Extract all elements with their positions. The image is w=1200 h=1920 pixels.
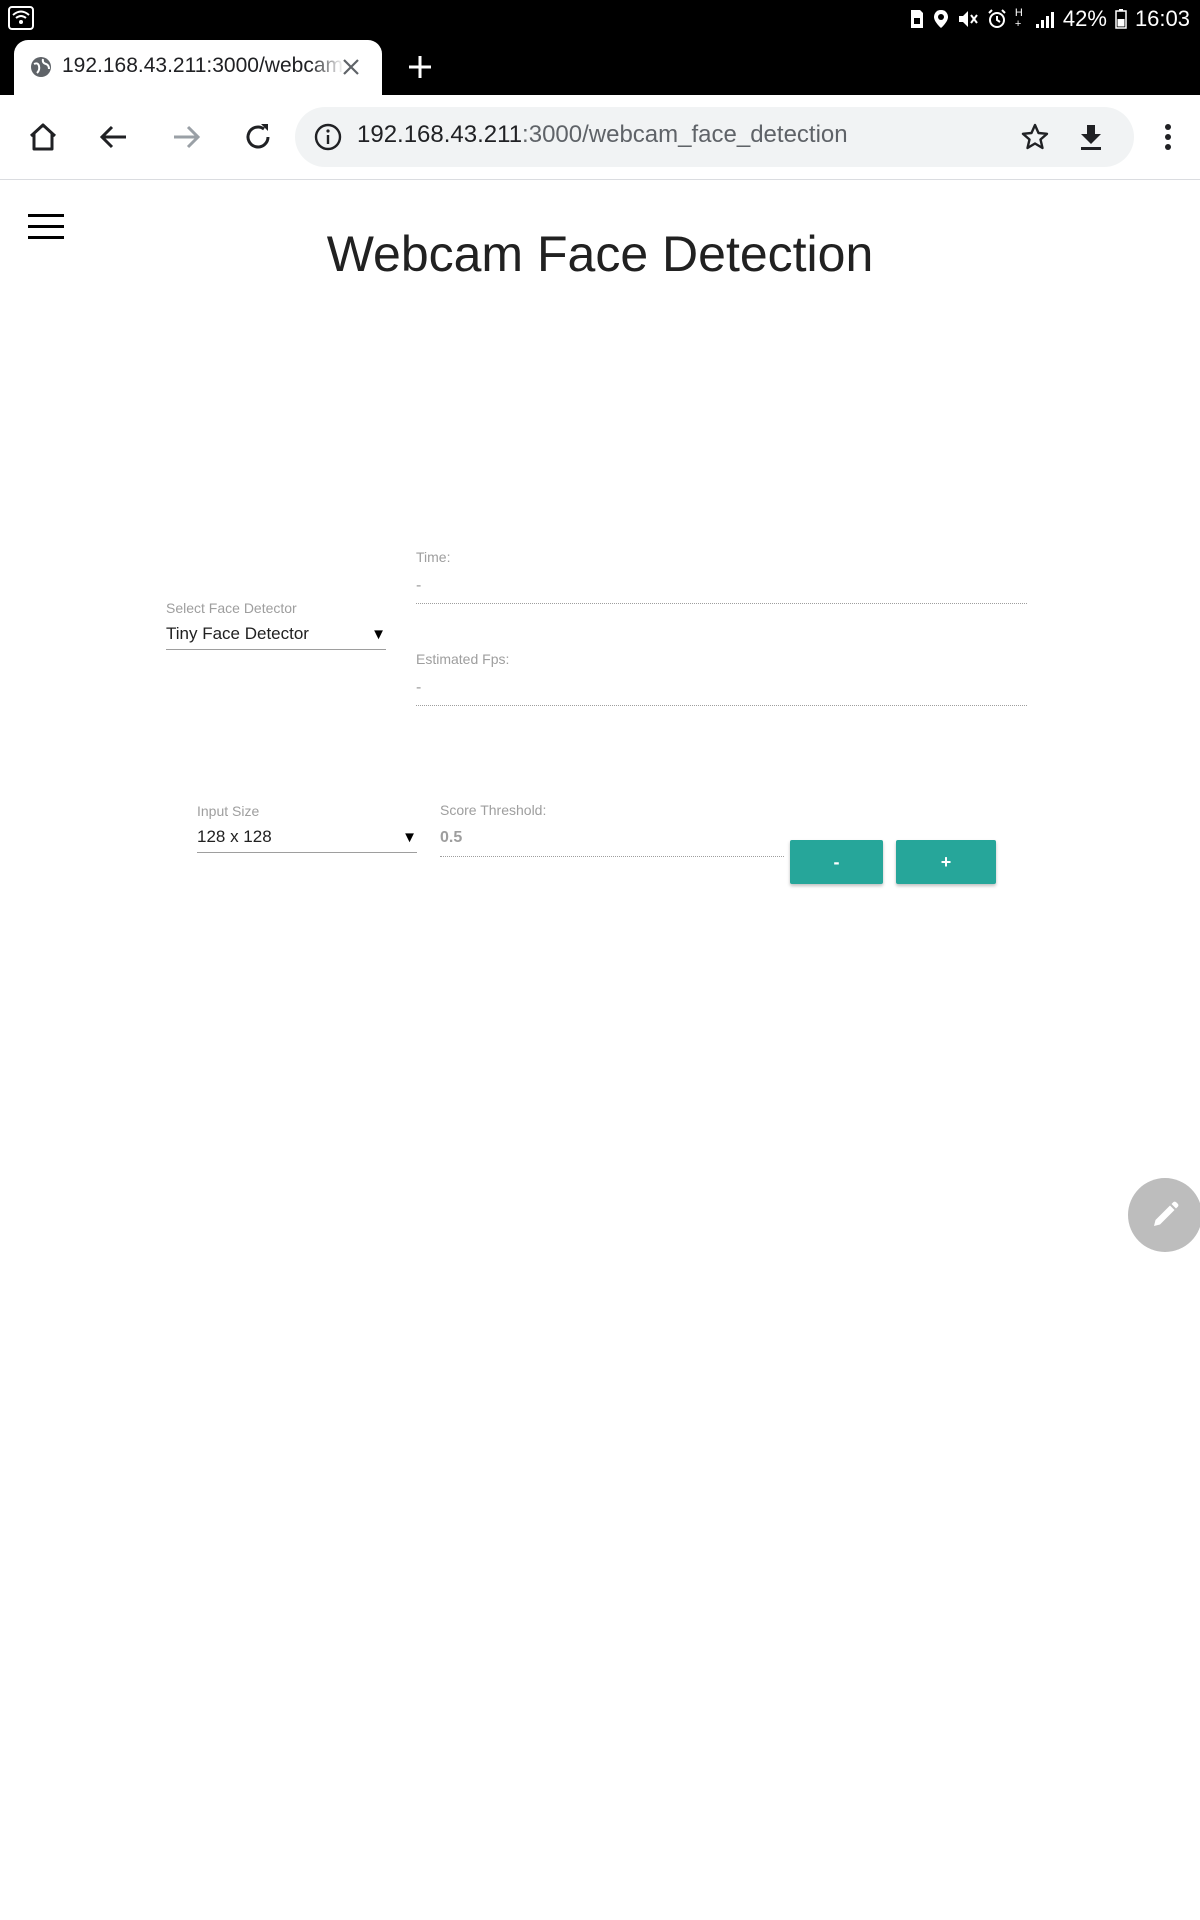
dropdown-arrow-icon: ▼ (402, 829, 417, 846)
input-size-value: 128 x 128 (197, 827, 272, 846)
battery-icon (1115, 9, 1127, 29)
star-icon[interactable] (1020, 122, 1050, 157)
globe-icon (30, 56, 52, 83)
page-content: Webcam Face Detection Select Face Detect… (0, 181, 1200, 1920)
url-path: :3000/webcam_face_detection (522, 121, 848, 148)
face-detector-label: Select Face Detector (166, 600, 297, 616)
address-bar[interactable]: 192.168.43.211:3000/webcam_face_detectio… (295, 107, 1134, 167)
fps-value: - (416, 679, 422, 696)
url-text[interactable]: 192.168.43.211:3000/webcam_face_detectio… (357, 121, 848, 149)
info-icon[interactable] (313, 122, 343, 157)
mute-icon (957, 9, 979, 29)
battery-percent: 42% (1062, 6, 1107, 31)
browser-toolbar: 192.168.43.211:3000/webcam_face_detectio… (0, 95, 1200, 180)
increase-threshold-button[interactable]: + (896, 840, 996, 884)
wifi-icon (8, 6, 34, 35)
edit-fab-button[interactable] (1128, 1178, 1200, 1252)
status-bar: H+ 42% 16:03 (0, 0, 1200, 38)
new-tab-plus-icon[interactable] (405, 52, 435, 87)
time-value: - (416, 577, 422, 594)
browser-tab[interactable]: 192.168.43.211:3000/webcam_face_detectio… (14, 40, 382, 95)
close-icon[interactable] (340, 56, 362, 83)
face-detector-select[interactable]: Tiny Face Detector ▼ (166, 619, 386, 650)
home-icon[interactable] (26, 120, 60, 159)
score-threshold-field: 0.5 (440, 821, 784, 857)
network-type-label: H+ (1014, 7, 1023, 30)
reload-icon[interactable] (241, 120, 275, 159)
score-threshold-value: 0.5 (440, 829, 463, 846)
clock: 16:03 (1134, 6, 1190, 31)
time-field: - (416, 575, 1027, 604)
tab-title: 192.168.43.211:3000/webcam_face_detectio… (62, 54, 344, 77)
alarm-icon (987, 9, 1007, 29)
score-threshold-label: Score Threshold: (440, 802, 547, 818)
more-menu-icon[interactable] (1164, 123, 1172, 156)
decrease-threshold-button[interactable]: - (790, 840, 883, 884)
input-size-label: Input Size (197, 803, 260, 819)
fps-field: - (416, 677, 1027, 706)
url-host: 192.168.43.211 (357, 121, 523, 148)
fps-label: Estimated Fps: (416, 651, 510, 667)
forward-arrow-icon[interactable] (169, 120, 203, 159)
signal-icon (1035, 9, 1055, 29)
page-title: Webcam Face Detection (326, 226, 874, 282)
time-label: Time: (416, 549, 451, 565)
back-arrow-icon[interactable] (97, 120, 131, 159)
download-icon[interactable] (1076, 122, 1106, 157)
face-detector-value: Tiny Face Detector (166, 624, 309, 643)
location-icon (933, 9, 949, 29)
tab-strip: 192.168.43.211:3000/webcam_face_detectio… (0, 38, 1200, 95)
input-size-select[interactable]: 128 x 128 ▼ (197, 822, 417, 853)
dropdown-arrow-icon: ▼ (371, 626, 386, 643)
sim-icon (909, 9, 925, 29)
